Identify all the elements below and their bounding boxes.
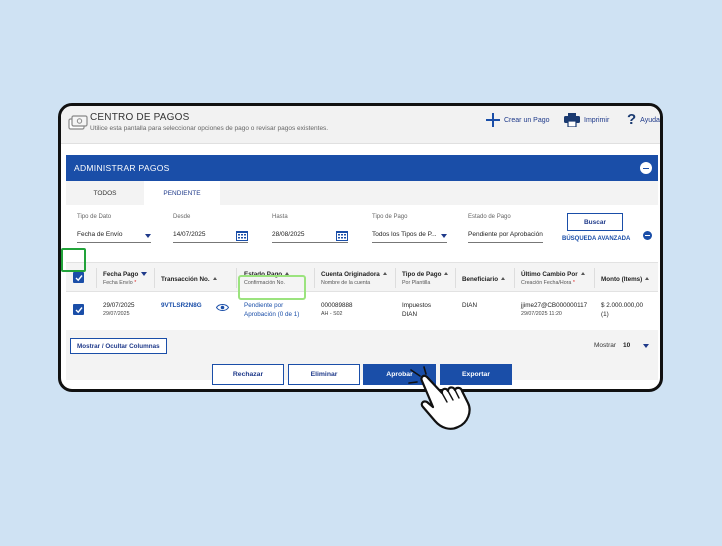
col-beneficiario[interactable]: Beneficiario: [462, 276, 506, 283]
cell-beneficiario: DIAN: [462, 302, 478, 309]
sort-icon: [382, 272, 387, 275]
manage-payments-panel: ADMINISTRAR PAGOS TODOS PENDIENTE Tipo d…: [66, 155, 658, 380]
required-marker: *: [572, 280, 575, 286]
create-payment-label: Crear un Pago: [504, 116, 550, 124]
cell-estado[interactable]: Pendiente por Aprobación (0 de 1): [244, 302, 299, 319]
table-header: Fecha Pago Fecha Envío * Transacción No.…: [66, 262, 658, 292]
hand-pointer-icon: [408, 366, 471, 430]
check-icon: [75, 306, 83, 313]
from-label: Desde: [173, 214, 191, 220]
col-monto[interactable]: Monto (Items): [601, 276, 650, 283]
select-all-checkbox[interactable]: [73, 272, 84, 283]
column-divider: [314, 268, 315, 288]
table-row[interactable]: 29/07/2025 29/07/2025 9VTLSR2N8G Pendien…: [66, 292, 658, 330]
print-button[interactable]: Imprimir: [564, 113, 609, 127]
panel-header: ADMINISTRAR PAGOS: [66, 155, 658, 181]
to-date-input[interactable]: 28/08/2025: [272, 231, 348, 243]
table-footer: Mostrar / Ocultar Columnas Mostrar 10: [66, 330, 658, 380]
cell-monto: $ 2.000.000,00 (1): [601, 302, 644, 318]
chevron-down-icon[interactable]: [643, 344, 649, 348]
filters-bar: Tipo de Dato Fecha de Envío Desde 14/07/…: [66, 205, 658, 262]
from-date-input[interactable]: 14/07/2025: [173, 231, 248, 243]
collapse-filters-icon[interactable]: [643, 231, 652, 240]
question-icon: ?: [627, 111, 637, 128]
page-size-label: Mostrar: [594, 342, 617, 349]
print-label: Imprimir: [584, 116, 610, 124]
printer-icon: [564, 113, 580, 127]
advanced-search-link[interactable]: BÚSQUEDA AVANZADA: [562, 236, 630, 242]
app-header: CENTRO DE PAGOS Utilice esta pantalla pa…: [61, 106, 660, 144]
date-type-select[interactable]: Fecha de Envío: [77, 231, 151, 243]
page-title: CENTRO DE PAGOS: [90, 112, 190, 123]
row-checkbox[interactable]: [73, 304, 84, 315]
calendar-icon[interactable]: [336, 231, 348, 241]
payment-cards-icon: [68, 115, 88, 130]
create-payment-button[interactable]: Crear un Pago: [486, 113, 550, 127]
search-button[interactable]: Buscar: [567, 213, 623, 231]
payment-status-select[interactable]: Pendiente por Aprobación: [468, 231, 543, 243]
sort-desc-icon: [141, 272, 148, 276]
to-label: Hasta: [272, 214, 288, 220]
col-ultimo-cambio[interactable]: Último Cambio Por Creación Fecha/Hora *: [521, 271, 585, 286]
help-button[interactable]: ? Ayuda: [627, 111, 660, 128]
cell-transaccion: 9VTLSR2N8G: [161, 302, 202, 311]
col-fecha-pago[interactable]: Fecha Pago Fecha Envío *: [103, 271, 148, 286]
payment-status-label: Estado de Pago: [468, 214, 511, 220]
delete-button[interactable]: Eliminar: [288, 364, 360, 385]
payment-type-label: Tipo de Pago: [372, 214, 408, 220]
cell-ultimo-cambio: jjime27@CB000000117 29/07/2025 11:20: [521, 302, 588, 317]
cell-tipo-pago: Impuestos DIAN: [402, 302, 432, 318]
column-divider: [236, 268, 237, 288]
sort-icon: [645, 277, 650, 280]
column-divider: [455, 268, 456, 288]
payment-type-select[interactable]: Todos los Tipos de P...: [372, 231, 447, 243]
page-size-select[interactable]: 10: [623, 342, 630, 349]
col-transaccion[interactable]: Transacción No.: [161, 276, 217, 283]
chevron-down-icon: [145, 234, 151, 238]
help-label: Ayuda: [640, 116, 660, 124]
status-line-1[interactable]: Pendiente por: [244, 302, 299, 311]
plus-icon: [486, 113, 500, 127]
sort-icon: [212, 277, 217, 280]
cell-fecha: 29/07/2025 29/07/2025: [103, 302, 135, 317]
cell-cuenta: 000089888 AH - S02: [321, 302, 353, 317]
column-divider: [96, 268, 97, 288]
eye-icon[interactable]: [216, 303, 229, 312]
sort-icon: [501, 277, 506, 280]
tab-bar: TODOS PENDIENTE: [66, 181, 658, 205]
column-divider: [154, 268, 155, 288]
collapse-panel-icon[interactable]: [640, 162, 652, 174]
column-divider: [395, 268, 396, 288]
status-line-2[interactable]: Aprobación (0 de 1): [244, 311, 299, 320]
column-divider: [594, 268, 595, 288]
row-selection-highlight: [61, 248, 86, 272]
column-divider: [514, 268, 515, 288]
col-tipo-pago[interactable]: Tipo de Pago Por Plantilla: [402, 271, 449, 286]
required-marker: *: [134, 280, 137, 286]
date-type-label: Tipo de Dato: [77, 214, 112, 220]
check-icon: [75, 274, 83, 281]
reject-button[interactable]: Rechazar: [212, 364, 284, 385]
page-subtitle: Utilice esta pantalla para seleccionar o…: [90, 125, 329, 132]
toggle-columns-button[interactable]: Mostrar / Ocultar Columnas: [70, 338, 167, 354]
payments-window: CENTRO DE PAGOS Utilice esta pantalla pa…: [58, 103, 663, 392]
tab-todos[interactable]: TODOS: [66, 181, 144, 205]
chevron-down-icon: [441, 234, 447, 238]
transaction-link[interactable]: 9VTLSR2N8G: [161, 302, 202, 309]
col-cuenta-originadora[interactable]: Cuenta Originadora Nombre de la cuenta: [321, 271, 387, 286]
calendar-icon[interactable]: [236, 231, 248, 241]
sort-icon: [444, 272, 449, 275]
sort-icon: [580, 272, 585, 275]
panel-title: ADMINISTRAR PAGOS: [74, 163, 170, 173]
tab-pendiente[interactable]: PENDIENTE: [144, 181, 220, 205]
cell-highlight: [238, 275, 306, 300]
